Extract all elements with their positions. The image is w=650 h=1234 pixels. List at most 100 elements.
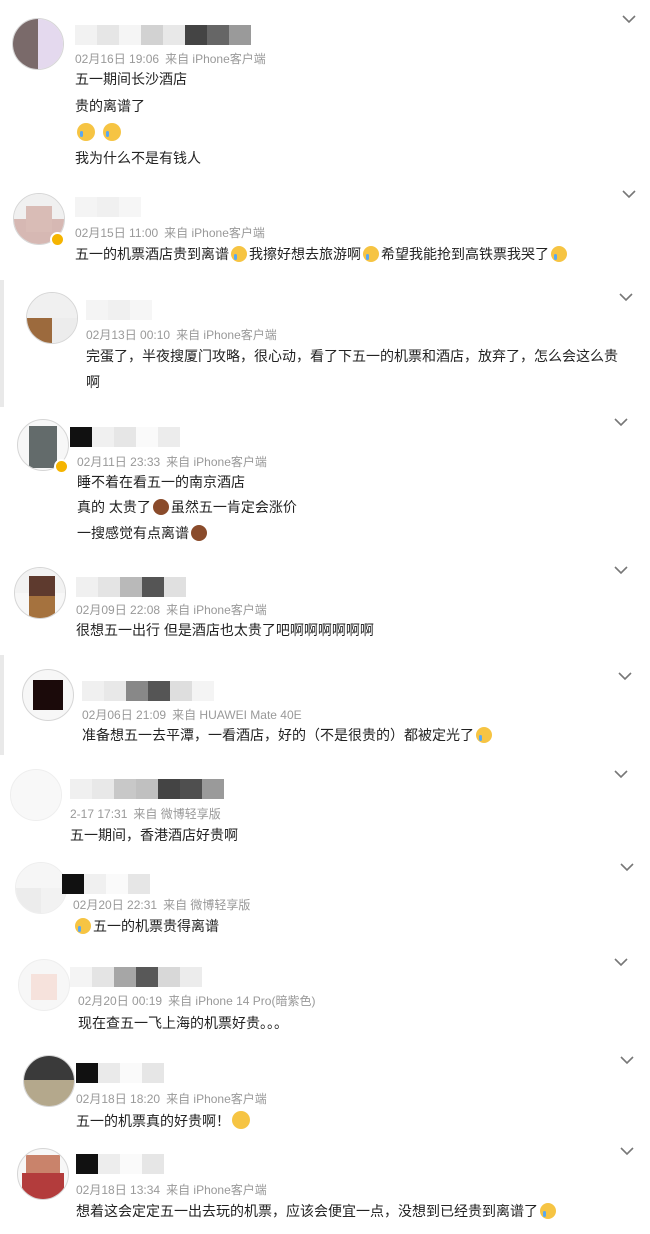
comment-item: 02月20日 22:31 来自 微博轻享版 五一的机票贵得离谱 [0,850,650,945]
username-redacted[interactable] [76,1063,164,1083]
username-redacted[interactable] [82,681,214,701]
username-redacted[interactable] [70,427,180,447]
comment-text-segment: 我擦好想去旅游啊 [249,246,361,262]
comment-text-segment: 五一的机票贵得离谱 [93,918,219,934]
avatar[interactable] [15,862,67,914]
sweat-smile-face-icon [476,727,492,743]
comment-source: 来自 iPhone客户端 [166,603,267,617]
comment-text-line: 五一期间，香港酒店好贵啊 [70,827,238,843]
avatar[interactable] [10,769,62,821]
crying-emoji-icon [363,246,379,262]
comment-date: 02月18日 18:20 [76,1092,161,1106]
comment-item: 02月16日 19:06 来自 iPhone客户端 五一期间长沙酒店 贵的离谱了 … [0,0,650,183]
comment-text-line: 啊 [86,374,100,390]
chevron-down-icon[interactable] [620,187,638,201]
chevron-down-icon[interactable] [612,563,630,577]
comment-meta: 02月20日 00:19 来自 iPhone 14 Pro(暗紫色) [78,992,315,1009]
comment-source: 来自 iPhone客户端 [166,455,267,469]
avatar[interactable] [14,567,66,619]
comment-date: 02月11日 23:33 [77,455,161,469]
comment-text-line: 想着这会定定五一出去玩的机票，应该会便宜一点，没想到已经贵到离谱了 [76,1202,558,1220]
comment-date: 02月06日 21:09 [82,708,167,722]
comment-item: 02月13日 00:10 来自 iPhone客户端 完蛋了，半夜搜厦门攻略，很心动… [0,280,650,407]
avatar[interactable] [17,1148,69,1200]
comment-meta: 02月09日 22:08 来自 iPhone客户端 [76,601,267,618]
emoji-row [75,123,123,142]
chevron-down-icon[interactable] [617,290,635,304]
comment-text-line: 真的 太贵了 虽然五一肯定会涨价 [77,498,297,516]
comment-item: 02月15日 11:00 来自 iPhone客户端 五一的机票酒店贵到离谱 我擦好想… [0,183,650,280]
comment-date: 02月20日 00:19 [78,994,163,1008]
loudly-crying-face-icon [77,123,95,141]
comment-meta: 02月16日 19:06 来自 iPhone客户端 [75,50,266,67]
username-redacted[interactable] [86,300,152,320]
avatar[interactable] [23,1055,75,1107]
comment-meta: 02月06日 21:09 来自 HUAWEI Mate 40E [82,706,302,723]
username-redacted[interactable] [62,874,150,894]
comment-date: 02月09日 22:08 [76,603,161,617]
avatar[interactable] [18,959,70,1011]
sweat-smile-face-icon [540,1203,556,1219]
comment-text-line: 贵的离谱了 [75,98,145,114]
comment-source: 来自 iPhone 14 Pro(暗紫色) [168,994,316,1008]
comment-source: 来自 HUAWEI Mate 40E [172,708,302,722]
comment-text-line: 很想五一出行 但是酒店也太贵了吧啊啊啊啊啊啊 [76,622,374,638]
comment-feed: 02月16日 19:06 来自 iPhone客户端 五一期间长沙酒店 贵的离谱了 … [0,0,650,1234]
chevron-down-icon[interactable] [616,669,634,683]
comment-date: 02月13日 00:10 [86,328,171,342]
comment-meta: 02月15日 11:00 来自 iPhone客户端 [75,224,265,241]
username-redacted[interactable] [70,779,224,799]
see-no-evil-monkey-icon [152,499,169,515]
comment-text-segment: 想着这会定定五一出去玩的机票，应该会便宜一点，没想到已经贵到离谱了 [76,1203,538,1219]
comment-source: 来自 iPhone客户端 [166,1183,267,1197]
comment-text-segment: 一搜感觉有点离谱 [77,525,189,541]
avatar[interactable] [22,669,74,721]
comment-text-segment: 希望我能抢到高铁票我哭了 [381,246,549,262]
username-redacted[interactable] [75,25,251,45]
pleading-face-icon [232,1111,250,1129]
comment-date: 02月16日 19:06 [75,52,160,66]
chevron-down-icon[interactable] [612,767,630,781]
comment-text-segment: 五一的机票酒店贵到离谱 [75,246,229,262]
chevron-down-icon[interactable] [612,415,630,429]
comment-item: 2-17 17:31 来自 微博轻享版 五一期间，香港酒店好贵啊 [0,755,650,850]
comment-item: 02月18日 18:20 来自 iPhone客户端 五一的机票真的好贵啊！ [0,1045,650,1140]
comment-item: 02月20日 00:19 来自 iPhone 14 Pro(暗紫色) 现在查五一飞… [0,945,650,1045]
comment-source: 来自 iPhone客户端 [176,328,277,342]
comment-text-line: 五一期间长沙酒店 [75,71,187,87]
chevron-down-icon[interactable] [620,12,638,26]
comment-text-segment: 五一的机票真的好贵啊！ [76,1113,230,1129]
chevron-down-icon[interactable] [618,860,636,874]
username-redacted[interactable] [76,577,186,597]
comment-date: 02月20日 22:31 [73,898,158,912]
crying-emoji-icon [551,246,567,262]
comment-text-line: 五一的机票贵得离谱 [73,917,219,935]
chevron-down-icon[interactable] [618,1053,636,1067]
username-redacted[interactable] [70,967,202,987]
comment-text-line: 睡不着在看五一的南京酒店 [77,474,245,490]
comment-source: 来自 iPhone客户端 [166,1092,267,1106]
see-no-evil-monkey-icon [191,525,207,541]
comment-date: 02月15日 11:00 [75,226,159,240]
comment-meta: 02月20日 22:31 来自 微博轻享版 [73,896,250,913]
comment-source: 来自 微博轻享版 [133,807,221,821]
comment-meta: 02月13日 00:10 来自 iPhone客户端 [86,326,277,343]
username-redacted[interactable] [76,1154,164,1174]
comment-date: 02月18日 13:34 [76,1183,161,1197]
verified-badge-icon [50,232,65,247]
chevron-down-icon[interactable] [618,1144,636,1158]
comment-item: 02月06日 21:09 来自 HUAWEI Mate 40E 准备想五一去平潭，… [0,655,650,755]
comment-text-line: 一搜感觉有点离谱 [77,524,209,542]
avatar[interactable] [12,18,64,70]
comment-text-line: 完蛋了，半夜搜厦门攻略，很心动，看了下五一的机票和酒店，放弃了，怎么会这么贵 [86,348,618,364]
crying-emoji-icon [231,246,247,262]
comment-meta: 02月18日 13:34 来自 iPhone客户端 [76,1181,267,1198]
avatar[interactable] [26,292,78,344]
verified-badge-icon [54,459,69,474]
comment-text-line: 五一的机票酒店贵到离谱 我擦好想去旅游啊 希望我能抢到高铁票我哭了 [75,245,569,263]
chevron-down-icon[interactable] [612,955,630,969]
loudly-crying-face-icon [75,918,91,934]
comment-meta: 02月11日 23:33 来自 iPhone客户端 [77,453,267,470]
username-redacted[interactable] [75,197,141,217]
comment-meta: 02月18日 18:20 来自 iPhone客户端 [76,1090,267,1107]
